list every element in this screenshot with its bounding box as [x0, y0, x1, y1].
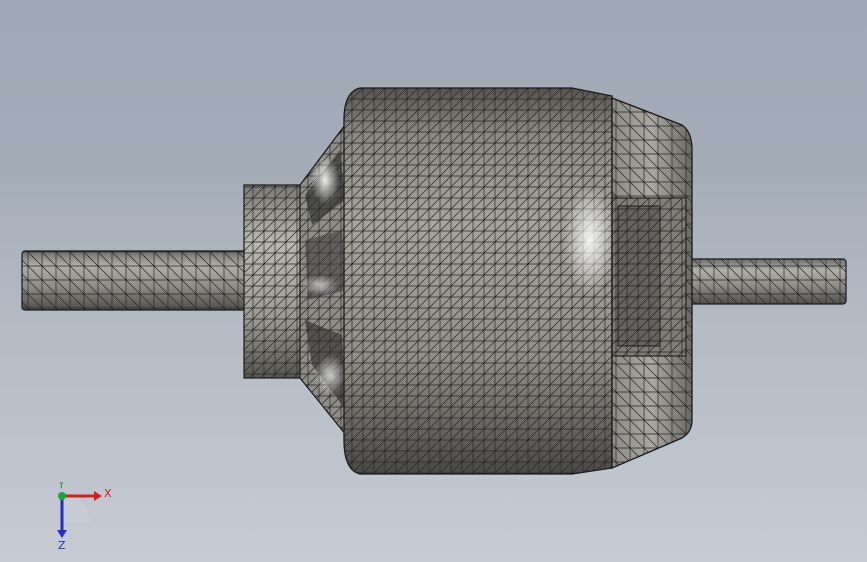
end-cap — [611, 97, 693, 469]
left-hub — [243, 184, 307, 379]
coordinate-triad: X Y Z — [57, 482, 112, 552]
left-shaft — [21, 250, 253, 311]
x-axis-arrow-icon — [94, 491, 102, 501]
z-axis-label: Z — [58, 539, 66, 552]
right-shaft — [679, 258, 847, 305]
x-axis-label: X — [104, 487, 112, 500]
rotor-body — [343, 87, 616, 475]
rotor-mesh-model[interactable] — [0, 0, 867, 562]
y-axis-label: Y — [57, 482, 65, 491]
y-axis-dot-icon — [58, 492, 66, 500]
z-axis-arrow-icon — [57, 530, 67, 538]
fan-cone — [299, 123, 351, 442]
graphics-viewport[interactable]: X Y Z — [0, 0, 867, 562]
